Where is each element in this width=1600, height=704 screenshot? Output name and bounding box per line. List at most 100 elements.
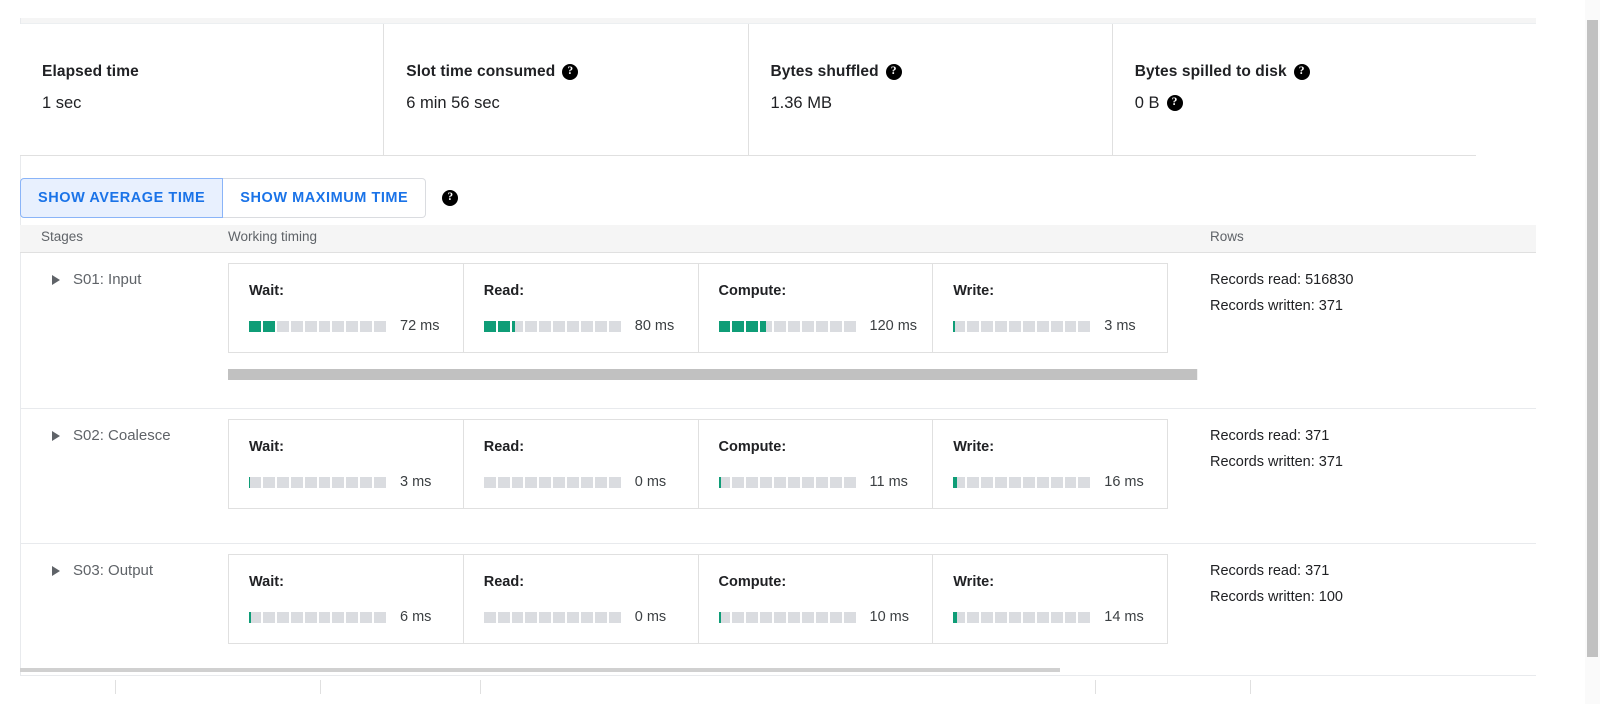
records-read-text: Records read: 371 xyxy=(1210,428,1330,444)
progress-segment xyxy=(290,611,303,623)
stage-name-label: S03: Output xyxy=(73,562,154,579)
stat-label: Elapsed time xyxy=(42,62,383,82)
stat-cell-1: Slot time consumed? 6 min 56 sec xyxy=(383,24,747,155)
phase-progress-bar xyxy=(953,320,1091,332)
progress-segment xyxy=(332,611,345,623)
phase-label: Write: xyxy=(953,439,995,455)
progress-segment xyxy=(994,611,1007,623)
progress-segment xyxy=(276,320,289,332)
stat-value-help-icon[interactable]: ? xyxy=(1166,95,1183,111)
stage-expander-1[interactable]: S01: Input xyxy=(52,271,141,288)
progress-segment xyxy=(346,320,359,332)
progress-segment-fill xyxy=(718,476,722,488)
phase-progress-bar xyxy=(483,611,621,623)
phase-duration-value: 10 ms xyxy=(869,609,910,625)
show-average-time-button[interactable]: SHOW AVERAGE TIME xyxy=(20,178,224,218)
phase-progress-bar xyxy=(249,476,386,488)
progress-segment xyxy=(595,611,607,623)
progress-segment xyxy=(732,476,745,488)
progress-segment-fill xyxy=(249,611,251,623)
stat-label-help-icon[interactable]: ? xyxy=(562,64,579,80)
stat-value-text: 1.36 MB xyxy=(770,94,832,112)
stat-value-text: 0 B xyxy=(1134,94,1160,112)
progress-segment xyxy=(994,476,1007,488)
column-header-stages: Stages xyxy=(41,229,84,244)
timing-horizontal-scrollbar-track[interactable] xyxy=(228,369,1198,380)
timing-mode-help-icon[interactable]: ? xyxy=(442,190,459,206)
progress-segment xyxy=(276,611,289,623)
progress-segment xyxy=(801,476,814,488)
progress-segment xyxy=(360,320,373,332)
progress-segment xyxy=(304,320,317,332)
working-timing-box: Wait: 72 ms Read: 80 ms Compute: 120 ms Write:… xyxy=(228,263,1168,353)
progress-segment xyxy=(981,320,993,332)
timing-phase-compute: Compute: 11 ms xyxy=(697,420,933,508)
stat-label-help-icon[interactable]: ? xyxy=(885,64,902,80)
vertical-scrollbar-thumb[interactable] xyxy=(1587,20,1598,657)
timing-phase-wait: Wait: 72 ms xyxy=(229,264,463,352)
phase-label: Compute: xyxy=(718,283,787,299)
progress-segment xyxy=(525,611,538,623)
phase-duration-value: 16 ms xyxy=(1104,474,1144,490)
progress-segment xyxy=(829,611,842,623)
phase-bar-row: 3 ms xyxy=(249,474,463,490)
progress-segment xyxy=(249,320,261,332)
working-timing-box: Wait: 3 ms Read: 0 ms Compute: 11 ms Write: 16 … xyxy=(228,419,1168,509)
stage-expander-3[interactable]: S03: Output xyxy=(52,562,153,579)
stat-value-text: 6 min 56 sec xyxy=(406,94,500,112)
progress-segment xyxy=(843,611,856,623)
timing-horizontal-scrollbar-thumb[interactable] xyxy=(228,369,1197,380)
show-maximum-time-button[interactable]: SHOW MAXIMUM TIME xyxy=(223,178,427,218)
column-header-rows: Rows xyxy=(1210,229,1244,244)
vertical-scrollbar-track[interactable] xyxy=(1585,0,1600,704)
progress-segment xyxy=(1008,476,1021,488)
progress-segment xyxy=(249,476,261,488)
phase-label: Wait: xyxy=(249,439,284,455)
rows-cell: Records read: 371 Records written: 371 xyxy=(1210,423,1343,475)
stat-label-help-icon[interactable]: ? xyxy=(1293,64,1310,80)
panel-bottom-strip xyxy=(20,668,1060,672)
stat-value-text: 1 sec xyxy=(42,94,82,112)
progress-segment xyxy=(953,320,966,332)
progress-segment xyxy=(760,611,773,623)
stage-expander-2[interactable]: S02: Coalesce xyxy=(52,427,171,444)
stages-table-header: Stages Working timing Rows xyxy=(20,225,1536,253)
progress-segment xyxy=(815,320,828,332)
phase-duration-value: 6 ms xyxy=(400,609,432,625)
records-written-text: Records written: 100 xyxy=(1210,589,1343,605)
phase-bar-row: 11 ms xyxy=(718,474,933,490)
phase-label: Write: xyxy=(953,283,995,299)
phase-progress-bar xyxy=(249,320,386,332)
progress-segment xyxy=(843,476,856,488)
progress-segment xyxy=(718,476,731,488)
phase-duration-value: 14 ms xyxy=(1104,609,1144,625)
phase-progress-bar xyxy=(249,611,386,623)
phase-label: Wait: xyxy=(249,574,284,590)
progress-segment xyxy=(525,320,538,332)
progress-segment xyxy=(539,320,552,332)
progress-segment xyxy=(567,320,580,332)
progress-segment-fill xyxy=(732,320,745,332)
progress-segment xyxy=(801,320,814,332)
progress-segment xyxy=(718,320,731,332)
stat-value: 0 B? xyxy=(1135,92,1476,114)
stat-value: 1 sec xyxy=(42,92,383,114)
progress-segment xyxy=(318,320,331,332)
progress-segment xyxy=(332,476,345,488)
phase-bar-row: 0 ms xyxy=(483,609,698,625)
stat-label-text: Slot time consumed xyxy=(406,63,556,80)
phase-duration-value: 3 ms xyxy=(400,474,432,490)
phase-bar-row: 0 ms xyxy=(483,474,698,490)
progress-segment xyxy=(595,476,607,488)
stage-name-label: S02: Coalesce xyxy=(73,427,171,444)
next-stage-row-partial xyxy=(20,676,1536,704)
phase-label: Read: xyxy=(483,439,525,455)
progress-segment xyxy=(567,611,580,623)
working-timing-box: Wait: 6 ms Read: 0 ms Compute: 10 ms Write: 14 … xyxy=(228,554,1168,644)
column-header-working-timing: Working timing xyxy=(228,229,318,244)
progress-segment xyxy=(304,476,317,488)
progress-segment xyxy=(581,611,593,623)
progress-segment-fill xyxy=(718,320,731,332)
progress-segment xyxy=(262,320,275,332)
progress-segment-fill xyxy=(953,476,957,488)
